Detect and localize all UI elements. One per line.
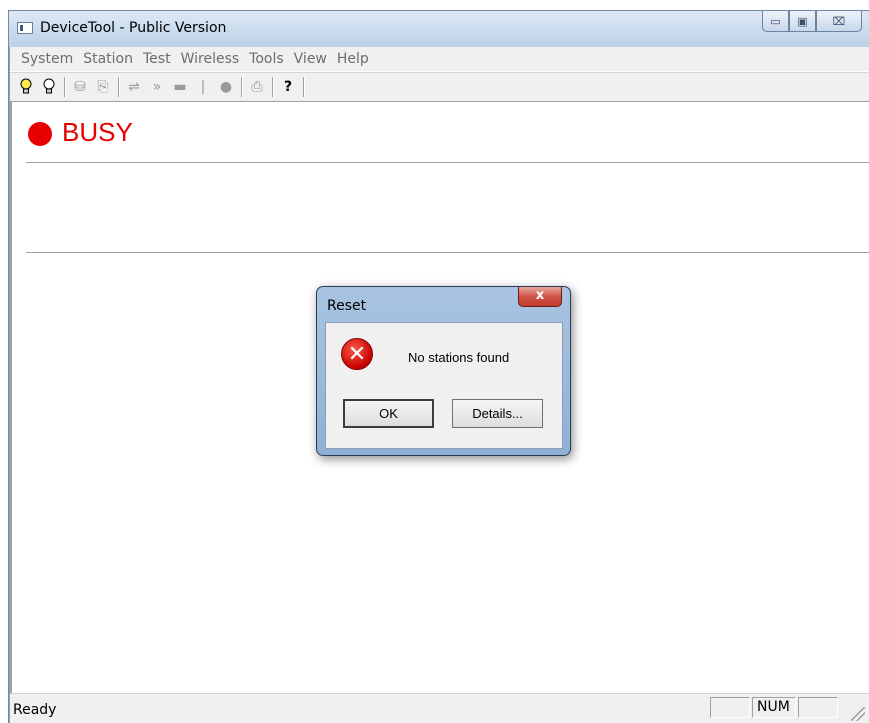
print-icon[interactable]: ⎙ [247,76,267,98]
menu-bar: System Station Test Wireless Tools View … [10,47,869,72]
sync-icon[interactable]: ⇌ [124,76,144,98]
device-icon[interactable]: ▬ [170,76,190,98]
toolbar-separator [241,77,243,97]
menu-station[interactable]: Station [78,48,138,70]
divider-line [26,252,869,254]
bulb-off-icon[interactable] [39,76,59,98]
toolbar-separator [118,77,120,97]
menu-test[interactable]: Test [138,48,176,70]
toolbar-separator [272,77,274,97]
toolbar: ⛁ ⎘ ⇌ » ▬ | ● ⎙ ? [10,72,869,102]
reset-dialog: Reset x ✕ No stations found OK Details..… [316,286,571,456]
toolbar-separator [303,77,305,97]
status-bar: Ready NUM [10,693,869,723]
bar-icon[interactable]: | [193,76,213,98]
ok-button[interactable]: OK [343,399,434,428]
status-pane-caps [710,697,750,718]
busy-status-label: BUSY [62,117,133,147]
help-icon[interactable]: ? [278,76,298,98]
error-icon: ✕ [339,336,375,372]
menu-wireless[interactable]: Wireless [176,48,245,70]
busy-indicator-icon [28,122,52,146]
minimize-icon[interactable]: ▭ [762,11,789,32]
title-bar[interactable]: DeviceTool - Public Version ▭ ▣ ⌧ [9,11,869,47]
status-pane-scroll [798,697,838,718]
menu-system[interactable]: System [16,48,78,70]
divider-line [26,162,869,164]
menu-help[interactable]: Help [332,48,374,70]
forward-icon[interactable]: » [147,76,167,98]
menu-tools[interactable]: Tools [244,48,289,70]
menu-view[interactable]: View [289,48,332,70]
resize-grip-icon[interactable] [851,707,865,721]
dialog-title: Reset [327,298,367,314]
status-text: Ready [13,702,57,718]
toolbar-separator [64,77,66,97]
app-icon[interactable] [17,22,33,34]
bulb-on-svg [20,78,32,94]
window-title: DeviceTool - Public Version [40,20,227,36]
dialog-body: ✕ No stations found OK Details... [325,322,563,449]
dialog-message: No stations found [408,350,510,365]
record-icon[interactable]: ● [216,76,236,98]
connect-icon[interactable]: ⛁ [70,76,90,98]
details-button[interactable]: Details... [452,399,543,428]
close-icon[interactable]: ⌧ [816,11,862,32]
document-icon[interactable]: ⎘ [93,76,113,98]
bulb-off-svg [43,78,55,94]
dialog-close-icon[interactable]: x [518,287,562,307]
caption-buttons: ▭ ▣ ⌧ [762,11,862,33]
bulb-on-icon[interactable] [16,76,36,98]
maximize-icon[interactable]: ▣ [789,11,816,32]
status-pane-num: NUM [752,697,796,718]
